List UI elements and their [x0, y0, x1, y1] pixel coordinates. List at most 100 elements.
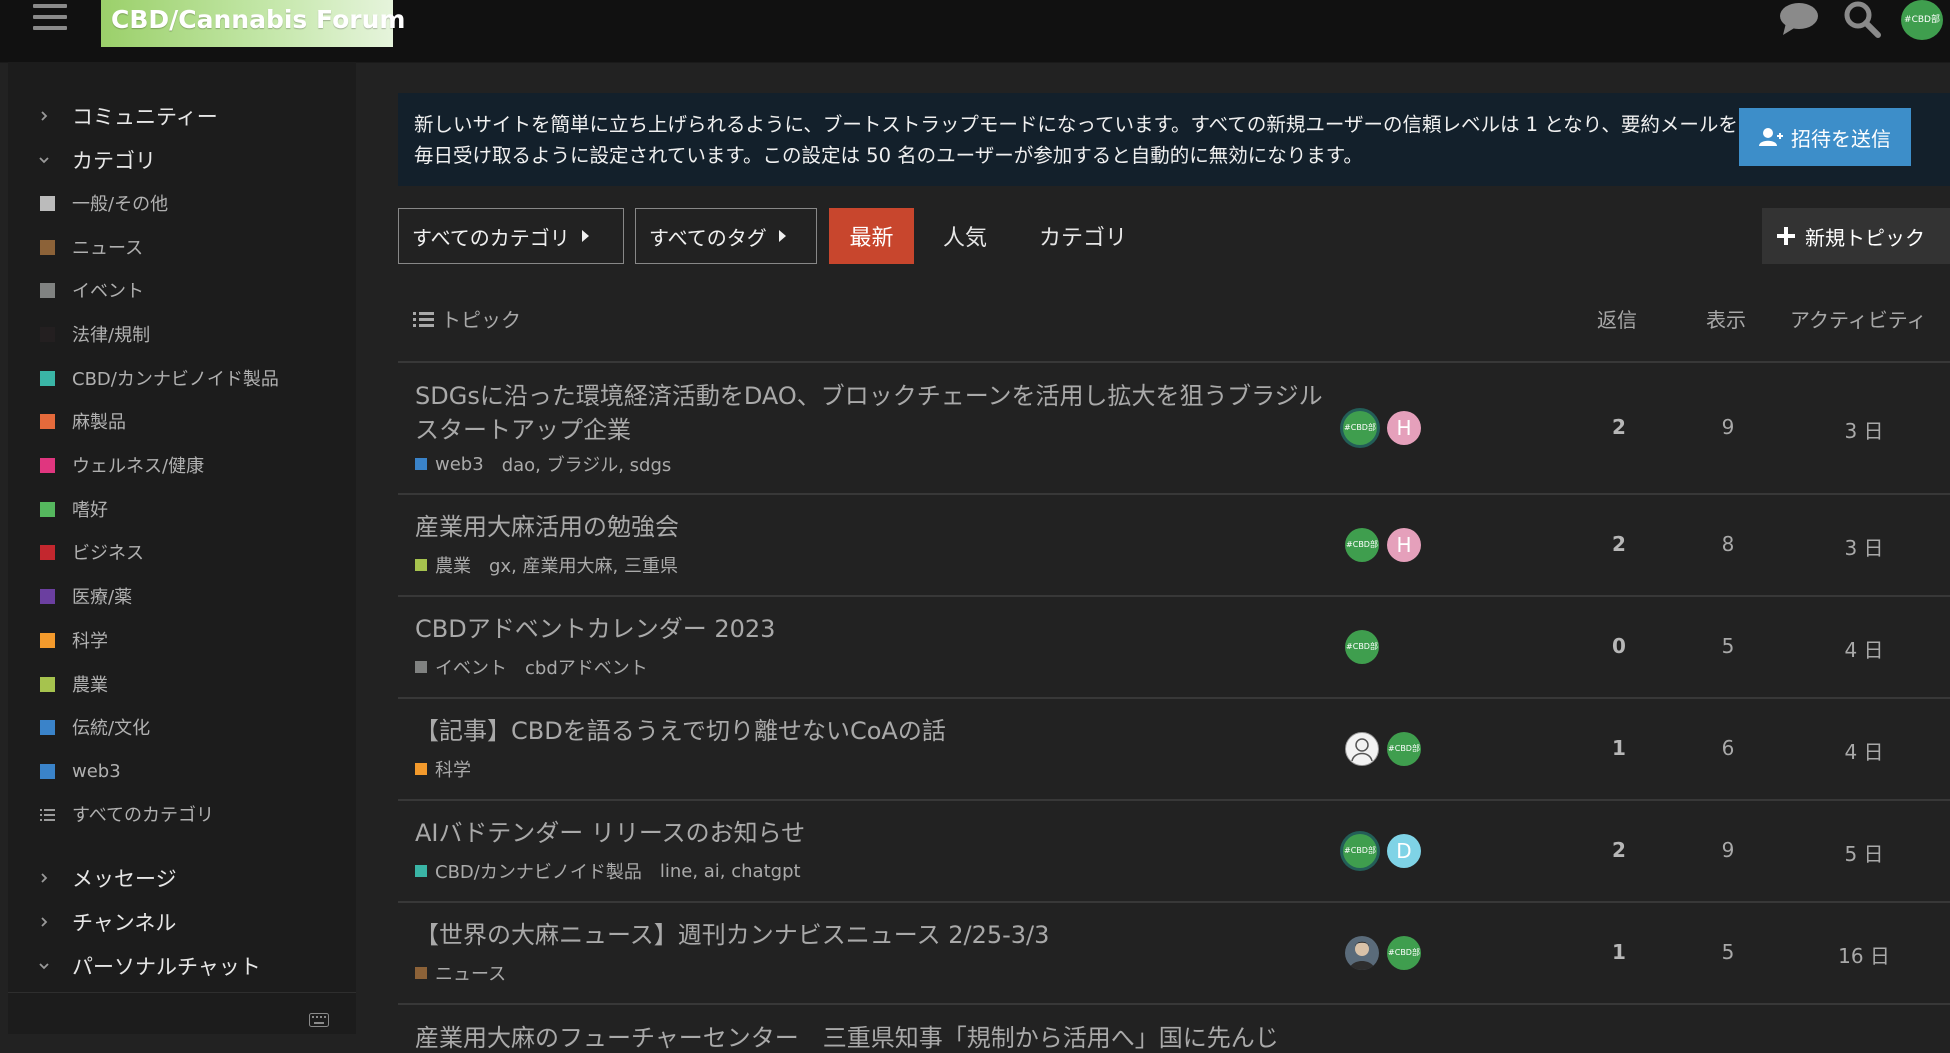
reply-count: 1	[1612, 940, 1626, 964]
poster-avatar[interactable]: #CBD部	[1387, 936, 1421, 970]
poster-avatar[interactable]: #CBD部	[1387, 732, 1421, 766]
poster-avatar[interactable]: H	[1387, 411, 1421, 445]
send-invite-label: 招待を送信	[1791, 126, 1891, 151]
topic-row: 【記事】CBDを語るうえで切り離せないCoAの話 科学 #CBD部 1 6 4 …	[398, 699, 1950, 799]
topic-tags[interactable]: dao, ブラジル, sdgs	[502, 451, 672, 477]
poster-avatar[interactable]	[1345, 936, 1379, 970]
sidebar-section-channels[interactable]: チャンネル	[38, 907, 176, 937]
chevron-right-icon	[41, 917, 48, 927]
topic-title[interactable]: 産業用大麻活用の勉強会	[415, 510, 1325, 544]
poster-avatar[interactable]: D	[1387, 834, 1421, 868]
topic-meta: CBD/カンナビノイド製品 line, ai, chatgpt	[415, 858, 801, 884]
topic-tags[interactable]: line, ai, chatgpt	[660, 861, 801, 882]
user-avatar[interactable]: #CBD部	[1901, 0, 1943, 40]
column-header-replies[interactable]: 返信	[1597, 304, 1637, 333]
topic-row: SDGsに沿った環境経済活動をDAO、ブロックチェーンを活用し拡大を狙うブラジル…	[398, 363, 1950, 493]
activity-time[interactable]: 4 日	[1804, 736, 1924, 765]
topic-title[interactable]: 【世界の大麻ニュース】週刊カンナビスニュース 2/25-3/3	[415, 918, 1325, 952]
topic-title[interactable]: 【記事】CBDを語るうえで切り離せないCoAの話	[415, 714, 1325, 748]
topic-meta: 科学	[415, 756, 471, 782]
topic-category[interactable]: CBD/カンナビノイド製品	[435, 858, 642, 884]
category-color-swatch	[40, 632, 55, 648]
activity-time[interactable]: 3 日	[1804, 415, 1924, 444]
sidebar-category-item[interactable]: ニュース	[40, 233, 143, 261]
topic-title[interactable]: SDGsに沿った環境経済活動をDAO、ブロックチェーンを活用し拡大を狙うブラジル…	[415, 379, 1325, 447]
view-count: 5	[1721, 634, 1735, 658]
tab-categories[interactable]: カテゴリ	[1039, 208, 1127, 264]
tab-top[interactable]: 人気	[943, 208, 987, 264]
category-color-swatch	[40, 763, 55, 779]
topic-category[interactable]: イベント	[435, 654, 507, 680]
category-dropdown[interactable]: すべてのカテゴリ	[398, 208, 624, 264]
topic-category[interactable]: 科学	[435, 756, 471, 782]
poster-avatar[interactable]: H	[1387, 528, 1421, 562]
tag-dropdown-label: すべてのタグ	[649, 225, 767, 250]
sidebar-category-label: 医療/薬	[72, 587, 133, 608]
sidebar-category-label: 科学	[72, 631, 108, 652]
topic-meta: 農業 gx, 産業用大麻, 三重県	[415, 552, 678, 578]
sidebar-section-community[interactable]: コミュニティー	[38, 101, 218, 131]
column-header-topic[interactable]: トピック	[441, 304, 521, 333]
sidebar-section-personal-chat[interactable]: パーソナルチャット	[38, 951, 261, 981]
sidebar-category-item[interactable]: 嗜好	[40, 495, 108, 523]
category-color-swatch	[40, 239, 55, 255]
sidebar-category-item[interactable]: CBD/カンナビノイド製品	[40, 364, 279, 392]
topic-row: 【世界の大麻ニュース】週刊カンナビスニュース 2/25-3/3 ニュース #CB…	[398, 903, 1950, 1003]
sidebar-category-item[interactable]: 農業	[40, 670, 108, 698]
sidebar-category-item[interactable]: ウェルネス/健康	[40, 451, 204, 479]
sidebar-category-label: ウェルネス/健康	[72, 456, 205, 477]
chevron-down-icon	[39, 157, 49, 164]
bootstrap-mode-banner: 新しいサイトを簡単に立ち上げられるように、ブートストラップモードになっています。…	[398, 93, 1950, 186]
poster-avatar[interactable]: #CBD部	[1345, 528, 1379, 562]
tab-latest[interactable]: 最新	[829, 208, 914, 264]
caret-right-icon	[778, 230, 786, 242]
sidebar-section-label: コミュニティー	[72, 105, 218, 129]
send-invite-button[interactable]: 招待を送信	[1739, 108, 1911, 166]
sidebar-category-label: イベント	[72, 281, 144, 302]
sidebar-category-item[interactable]: 一般/その他	[40, 189, 168, 217]
column-header-activity[interactable]: アクティビティ	[1790, 304, 1927, 333]
activity-time[interactable]: 3 日	[1804, 532, 1924, 561]
site-logo[interactable]: CBD/Cannabis Forum	[101, 0, 405, 47]
category-color-swatch	[40, 326, 55, 342]
poster-avatar[interactable]	[1345, 732, 1379, 766]
sidebar-category-item[interactable]: イベント	[40, 276, 144, 304]
sidebar-category-item[interactable]: 科学	[40, 626, 108, 654]
sidebar-section-label: カテゴリ	[72, 149, 156, 173]
topic-title[interactable]: 産業用大麻のフューチャーセンター 三重県知事「規制から活用へ」国に先んじ	[415, 1018, 1279, 1053]
sidebar-category-label: 法律/規制	[72, 325, 151, 346]
poster-avatar[interactable]: #CBD部	[1343, 834, 1377, 868]
sidebar-section-categories[interactable]: カテゴリ	[38, 145, 156, 175]
sidebar-category-item[interactable]: web3	[40, 757, 121, 785]
topic-category[interactable]: web3	[435, 454, 484, 475]
sidebar-category-item[interactable]: 医療/薬	[40, 582, 132, 610]
activity-time[interactable]: 4 日	[1804, 634, 1924, 663]
sidebar-category-label: 麻製品	[72, 412, 126, 433]
topic-title[interactable]: AIバドテンダー リリースのお知らせ	[415, 816, 1325, 850]
topic-tags[interactable]: cbdアドベント	[525, 654, 648, 680]
sidebar-category-item[interactable]: 法律/規制	[40, 320, 150, 348]
sidebar-section-messages[interactable]: メッセージ	[38, 863, 177, 893]
activity-time[interactable]: 5 日	[1804, 838, 1924, 867]
topic-category[interactable]: 農業	[435, 552, 471, 578]
search-icon[interactable]	[1842, 0, 1882, 40]
topic-title[interactable]: CBDアドベントカレンダー 2023	[415, 612, 1325, 646]
tag-dropdown[interactable]: すべてのタグ	[635, 208, 817, 264]
sidebar-category-item[interactable]: 伝統/文化	[40, 713, 150, 741]
new-topic-button[interactable]: 新規トピック	[1762, 208, 1950, 264]
sidebar-category-item[interactable]: ビジネス	[40, 538, 144, 566]
reply-count: 2	[1612, 415, 1626, 439]
sidebar-category-item[interactable]: 麻製品	[40, 407, 126, 435]
column-header-views[interactable]: 表示	[1706, 304, 1746, 333]
topic-tags[interactable]: gx, 産業用大麻, 三重県	[489, 552, 678, 578]
chat-bubble-icon[interactable]	[1778, 1, 1820, 37]
topic-category[interactable]: ニュース	[435, 960, 506, 986]
activity-time[interactable]: 16 日	[1804, 940, 1924, 969]
poster-avatar[interactable]: #CBD部	[1345, 630, 1379, 664]
keyboard-icon[interactable]	[309, 1013, 329, 1027]
poster-avatar[interactable]: #CBD部	[1343, 411, 1377, 445]
banner-text: 新しいサイトを簡単に立ち上げられるように、ブートストラップモードになっています。…	[414, 113, 1738, 167]
sidebar-all-categories[interactable]: すべてのカテゴリ	[40, 800, 214, 828]
topic-meta: ニュース	[415, 960, 506, 986]
hamburger-menu-icon[interactable]	[33, 4, 67, 34]
